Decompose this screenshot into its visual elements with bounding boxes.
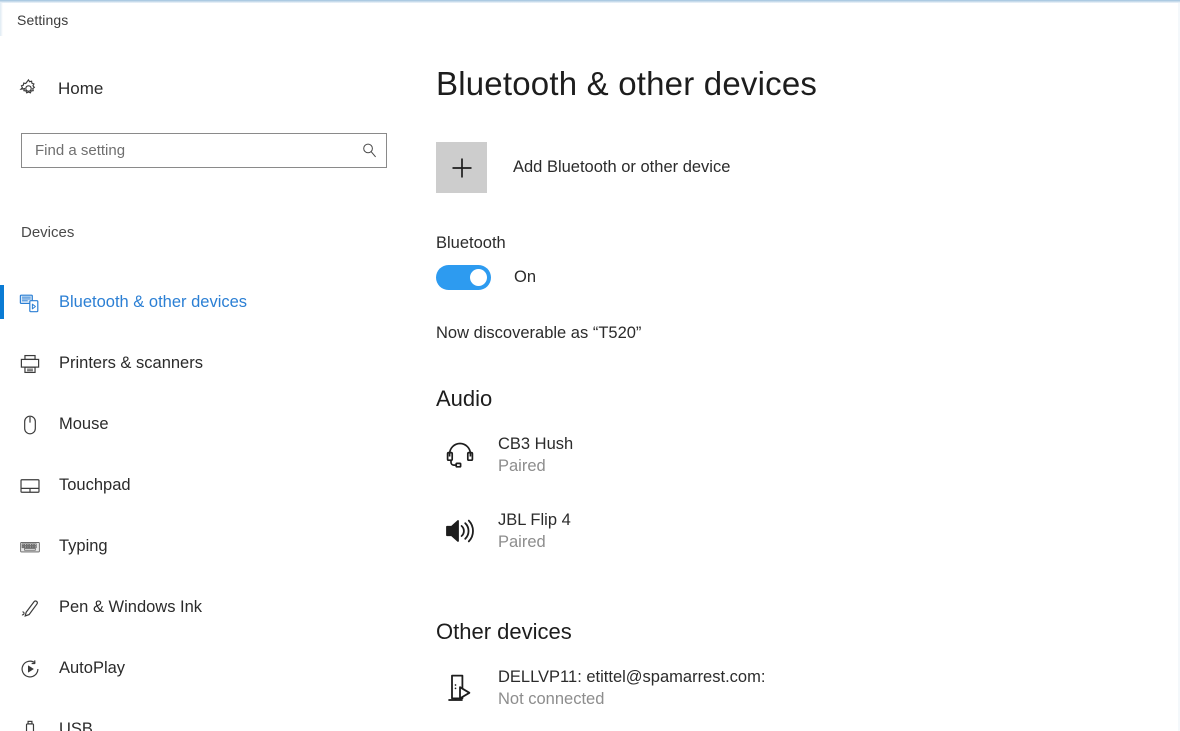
search-icon: [361, 142, 378, 159]
sidebar-home-label: Home: [58, 78, 104, 98]
window-top-border: [0, 0, 1180, 3]
sidebar-item-printers-scanners[interactable]: Printers & scanners: [0, 333, 420, 394]
autoplay-icon: [18, 657, 42, 681]
headset-icon: [440, 435, 480, 475]
sidebar-item-usb[interactable]: USB: [0, 699, 420, 731]
device-list-item[interactable]: CB3 Hush Paired: [440, 433, 573, 477]
device-status: Paired: [498, 533, 546, 551]
sidebar-item-label: Printers & scanners: [59, 354, 203, 372]
device-list-item[interactable]: JBL Flip 4 Paired: [440, 509, 571, 553]
device-text: JBL Flip 4 Paired: [498, 509, 571, 553]
discoverable-text: Now discoverable as “T520”: [436, 324, 642, 342]
sidebar-item-touchpad[interactable]: Touchpad: [0, 455, 420, 516]
search-box[interactable]: [21, 133, 387, 168]
gear-icon: [18, 78, 39, 99]
keyboard-icon: [18, 535, 42, 559]
page-title: Bluetooth & other devices: [436, 65, 818, 102]
sidebar-item-label: Bluetooth & other devices: [59, 293, 248, 311]
add-bluetooth-device-button[interactable]: Add Bluetooth or other device: [436, 142, 730, 193]
sidebar-item-pen-windows-ink[interactable]: Pen & Windows Ink: [0, 577, 420, 638]
add-device-label: Add Bluetooth or other device: [513, 158, 731, 176]
settings-window: Settings Home Devic: [0, 0, 1180, 731]
device-name: DELLVP11: etittel@spamarrest.com:: [498, 668, 766, 686]
bluetooth-toggle-row: On: [436, 265, 536, 290]
speaker-icon: [440, 511, 480, 551]
sidebar-item-autoplay[interactable]: AutoPlay: [0, 638, 420, 699]
sidebar-item-home[interactable]: Home: [18, 78, 103, 99]
bluetooth-toggle[interactable]: [436, 265, 491, 290]
section-title-audio: Audio: [436, 386, 493, 411]
device-text: CB3 Hush Paired: [498, 433, 573, 477]
sidebar-nav: Bluetooth & other devices Printers & sca…: [0, 272, 420, 731]
sidebar-item-mouse[interactable]: Mouse: [0, 394, 420, 455]
pen-icon: [18, 596, 42, 620]
main-content: Bluetooth & other devices Add Bluetooth …: [436, 36, 1180, 731]
toggle-knob: [470, 269, 487, 286]
bluetooth-devices-icon: [18, 291, 42, 315]
device-status: Not connected: [498, 690, 605, 708]
device-text: DELLVP11: etittel@spamarrest.com: Not co…: [498, 666, 765, 710]
sidebar-item-bluetooth-other-devices[interactable]: Bluetooth & other devices: [0, 272, 420, 333]
printer-icon: [18, 352, 42, 376]
touchpad-icon: [18, 474, 42, 498]
sidebar-item-label: Touchpad: [59, 476, 131, 494]
device-list-item[interactable]: DELLVP11: etittel@spamarrest.com: Not co…: [440, 666, 765, 710]
section-title-other-devices: Other devices: [436, 619, 572, 644]
mouse-icon: [18, 413, 42, 437]
search-button[interactable]: [352, 134, 386, 167]
sidebar-item-label: USB: [59, 720, 93, 731]
sidebar-item-label: Pen & Windows Ink: [59, 598, 203, 616]
cast-device-icon: [440, 668, 480, 708]
sidebar-item-label: Mouse: [59, 415, 109, 433]
sidebar: Home Devices: [0, 36, 420, 731]
bluetooth-toggle-state: On: [514, 268, 537, 286]
device-status: Paired: [498, 457, 546, 475]
usb-icon: [18, 718, 42, 731]
sidebar-item-typing[interactable]: Typing: [0, 516, 420, 577]
plus-icon: [436, 142, 487, 193]
sidebar-item-label: Typing: [59, 537, 108, 555]
search-input[interactable]: [22, 134, 352, 167]
device-name: CB3 Hush: [498, 435, 574, 453]
sidebar-group-header: Devices: [21, 224, 75, 241]
bluetooth-section-label: Bluetooth: [436, 234, 506, 252]
device-name: JBL Flip 4: [498, 511, 571, 529]
sidebar-item-label: AutoPlay: [59, 659, 126, 677]
window-caption: Settings: [17, 12, 69, 28]
